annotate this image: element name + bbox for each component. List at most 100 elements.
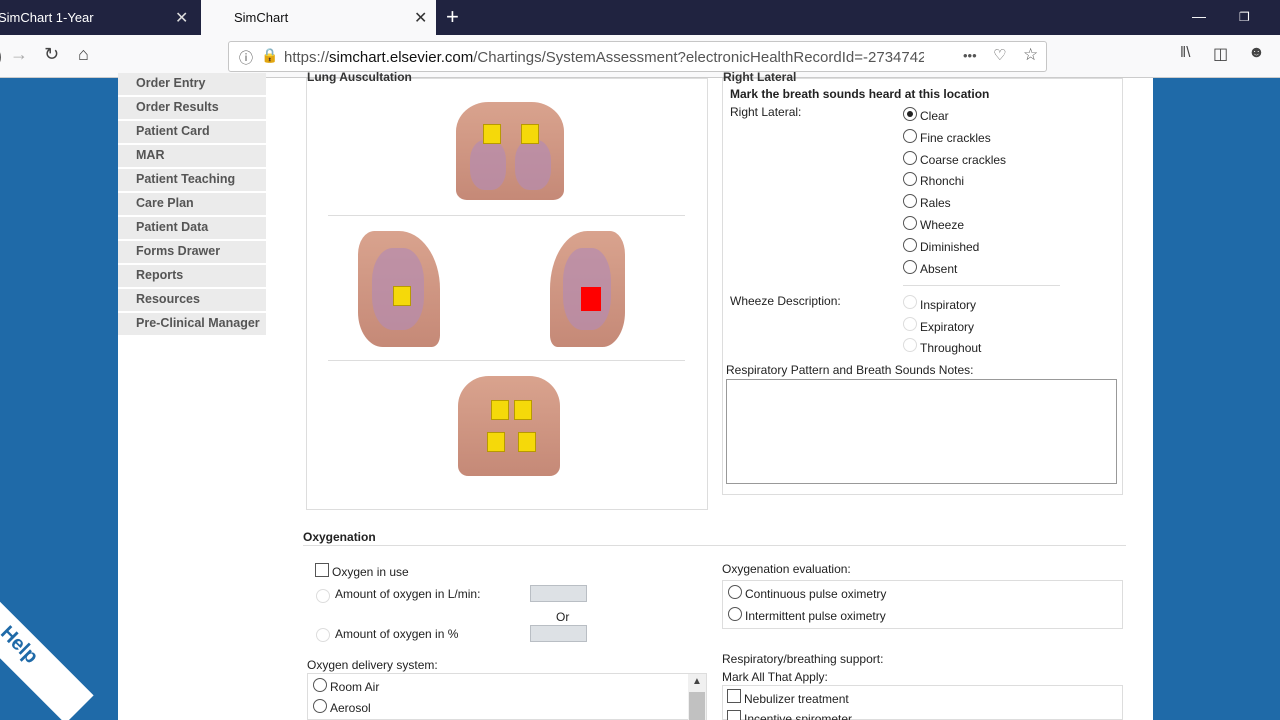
forward-icon[interactable]: → [10,44,28,65]
mark-all-label: Mark All That Apply: [722,670,828,684]
wheeze-label: Inspiratory [920,298,977,312]
scroll-up-icon[interactable]: ▲ [692,676,702,687]
wheeze-radio[interactable] [903,295,917,309]
oxygen-in-use-checkbox[interactable] [315,563,329,577]
sidebar-item-patient-card[interactable]: Patient Card [118,121,266,144]
eval-option-radio[interactable] [728,585,742,599]
amount-percent-input[interactable] [530,625,587,642]
lung-graphic [470,140,506,190]
auscultation-marker-anterior-right[interactable] [483,124,501,144]
sidebar-item-care-plan[interactable]: Care Plan [118,193,266,216]
scrollbar-thumb[interactable] [689,692,705,720]
support-option-label: Incentive spirometer [744,712,853,720]
breath-sound-label: Wheeze [920,218,965,232]
page-actions-icon[interactable]: ••• [963,48,977,63]
auscultation-marker-posterior-lower-right[interactable] [518,432,536,452]
delivery-option-radio[interactable] [313,678,327,692]
delivery-option-label: Room Air [330,680,380,694]
new-tab-button[interactable]: + [446,4,459,30]
support-option-label: Nebulizer treatment [744,692,849,706]
auscultation-marker-posterior-upper-right[interactable] [514,400,532,420]
breath-sounds-notes-textarea[interactable] [726,379,1117,484]
tab-title: SimChart [234,10,289,25]
breath-sound-radio[interactable] [903,237,917,252]
home-icon[interactable]: ⌂ [78,44,89,65]
address-bar[interactable]: ⓘ 🔒 https://simchart.elsevier.com/Charti… [228,41,1047,72]
wheeze-label: Throughout [920,341,982,355]
account-icon[interactable]: ☻ [1248,44,1265,62]
close-icon[interactable]: ✕ [414,8,427,28]
panel-title: Right Lateral [723,70,797,84]
eval-option-label: Intermittent pulse oximetry [745,609,886,623]
lock-icon: 🔒 [261,47,279,63]
tab-simchart-1-year[interactable]: SimChart 1-Year ✕ [0,0,200,35]
url-text[interactable]: https://simchart.elsevier.com/Chartings/… [284,49,924,66]
instruction-text: Mark the breath sounds heard at this loc… [730,87,990,101]
breath-sound-radio[interactable] [903,216,917,230]
sidebar-item-patient-teaching[interactable]: Patient Teaching [118,169,266,192]
breath-sound-label: Diminished [920,239,980,254]
wheeze-radio[interactable] [903,338,917,352]
sidebar-item-pre-clinical-manager[interactable]: Pre-Clinical Manager [118,313,266,336]
breath-sound-radio[interactable] [903,107,917,121]
divider [903,285,1060,286]
divider [328,215,685,216]
restore-icon[interactable]: ❐ [1239,10,1250,24]
breathing-support-label: Respiratory/breathing support: [722,652,884,666]
sidebar-item-order-entry[interactable]: Order Entry [118,73,266,96]
auscultation-marker-right-lateral[interactable] [393,286,411,306]
auscultation-marker-left-lateral-selected[interactable] [581,287,601,311]
minimize-icon[interactable]: — [1192,8,1206,24]
reload-icon[interactable]: ↻ [44,44,59,65]
delivery-option-radio[interactable] [313,699,327,713]
pocket-icon[interactable]: ♡ [993,46,1006,64]
breath-sound-label: Absent [920,261,958,276]
sidebar-item-resources[interactable]: Resources [118,289,266,312]
sidebar-icon[interactable]: ◫ [1213,44,1228,64]
amount-lpm-label: Amount of oxygen in L/min: [335,587,481,601]
library-icon[interactable]: ‖\ [1180,44,1190,61]
section-title: Lung Auscultation [307,70,412,84]
back-icon[interactable]: ) [0,46,2,67]
divider [303,545,1126,546]
breath-sound-radio[interactable] [903,150,917,165]
bookmark-star-icon[interactable]: ☆ [1023,45,1038,65]
support-option-checkbox[interactable] [727,689,741,703]
amount-percent-label: Amount of oxygen in % [335,627,459,641]
tab-title: SimChart 1-Year [0,10,94,25]
delivery-option-label: Aerosol [330,701,371,715]
breath-sound-radio[interactable] [903,259,917,274]
amount-lpm-radio[interactable] [316,589,330,603]
delivery-system-label: Oxygen delivery system: [307,658,438,672]
wheeze-radio[interactable] [903,316,917,331]
or-label: Or [556,610,570,624]
help-tab[interactable]: Help [0,596,94,720]
sidebar-item-order-results[interactable]: Order Results [118,97,266,120]
breath-sound-label: Fine crackles [920,130,991,145]
auscultation-marker-anterior-left[interactable] [521,124,539,144]
close-icon[interactable]: ✕ [175,8,188,28]
amount-lpm-input[interactable] [530,585,587,602]
breath-sound-label: Clear [920,109,949,123]
sidebar-item-forms-drawer[interactable]: Forms Drawer [118,241,266,264]
eval-option-radio[interactable] [728,607,742,621]
sidebar-item-reports[interactable]: Reports [118,265,266,288]
auscultation-marker-posterior-upper-left[interactable] [491,400,509,420]
divider [328,360,685,361]
posterior-back-image [458,376,560,476]
info-icon[interactable]: ⓘ [239,48,253,68]
lung-graphic [515,140,551,190]
breath-sound-label: Rhonchi [920,174,965,189]
sidebar-item-mar[interactable]: MAR [118,145,266,168]
support-option-checkbox[interactable] [727,710,741,720]
wheeze-description-label: Wheeze Description: [730,294,841,308]
help-label: Help [0,621,43,669]
oxygenation-evaluation-label: Oxygenation evaluation: [722,562,851,576]
oxygen-in-use-label: Oxygen in use [332,565,409,579]
auscultation-marker-posterior-lower-left[interactable] [487,432,505,452]
amount-percent-radio[interactable] [316,628,330,642]
breath-sound-radio[interactable] [903,128,917,143]
sidebar-item-patient-data[interactable]: Patient Data [118,217,266,240]
notes-label: Respiratory Pattern and Breath Sounds No… [726,363,974,377]
tab-simchart[interactable]: SimChart ✕ [201,0,436,35]
